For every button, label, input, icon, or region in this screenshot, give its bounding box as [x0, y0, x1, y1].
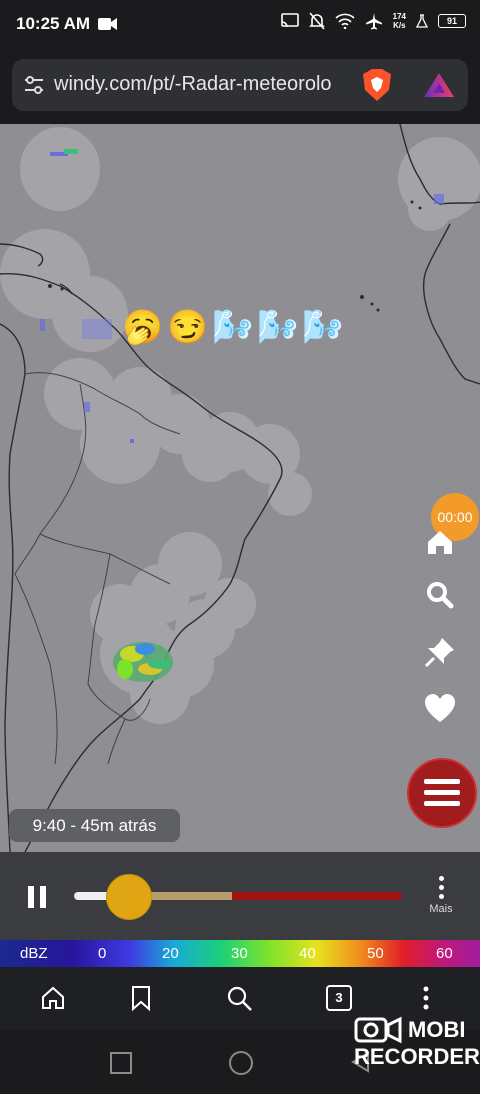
timeline-player: Mais [0, 852, 480, 940]
airplane-icon [365, 13, 382, 30]
more-button[interactable]: Mais [424, 876, 458, 915]
home-button[interactable] [229, 1051, 253, 1075]
url-text[interactable]: windy.com/pt/-Radar-meteorolo [54, 73, 350, 96]
wifi-icon [335, 13, 355, 29]
more-icon[interactable] [418, 985, 434, 1011]
cast-icon [280, 13, 299, 28]
map-background[interactable] [0, 124, 480, 852]
scale-tick: 20 [162, 945, 179, 962]
home-icon[interactable] [422, 524, 458, 560]
brave-rewards-icon[interactable] [422, 71, 456, 99]
recents-button[interactable] [110, 1052, 132, 1074]
emoji-overlay: 🥱😏🌬️🌬️🌬️ [122, 308, 348, 345]
scale-tick: 30 [231, 945, 248, 962]
more-icon[interactable] [424, 876, 458, 899]
status-bar: 10:25 AM 174 K/s 91 [0, 0, 480, 50]
battery-icon: 91 [438, 14, 466, 28]
more-label: Mais [429, 903, 453, 915]
scale-tick: 0 [98, 945, 107, 962]
home-icon[interactable] [40, 985, 66, 1011]
url-bar[interactable]: windy.com/pt/-Radar-meteorolo [12, 59, 468, 111]
scale-unit: dBZ [20, 945, 48, 962]
menu-button[interactable] [407, 758, 477, 828]
timestamp-label[interactable]: 9:40 - 45m atrás [9, 809, 180, 842]
pin-icon[interactable] [422, 634, 458, 670]
pause-icon[interactable] [26, 885, 48, 909]
tabs-icon[interactable]: 3 [326, 985, 352, 1011]
watermark-line1: MOBI [408, 1017, 466, 1042]
heart-icon[interactable] [422, 691, 458, 727]
search-icon[interactable] [226, 985, 254, 1013]
mobi-recorder-watermark: MOBI RECORDER [354, 1016, 480, 1070]
status-time: 10:25 AM [16, 14, 91, 33]
tune-icon[interactable] [22, 73, 46, 97]
scale-tick: 40 [299, 945, 316, 962]
camera-icon [354, 1016, 402, 1044]
video-record-icon [98, 18, 117, 30]
network-speed: 174 K/s [392, 12, 406, 30]
radar-map[interactable]: 🥱😏🌬️🌬️🌬️ 00:00 9:40 - 45m atrás [0, 124, 480, 852]
scale-tick: 60 [436, 945, 453, 962]
timeline-thumb[interactable] [106, 874, 152, 920]
brave-shield-icon[interactable] [362, 68, 392, 102]
timeline-track-forecast[interactable] [232, 892, 402, 900]
scale-tick: 50 [367, 945, 384, 962]
search-icon[interactable] [422, 577, 458, 613]
dbz-color-scale: dBZ 0 20 30 40 50 60 [0, 940, 480, 967]
browser-toolbar: windy.com/pt/-Radar-meteorolo [0, 50, 480, 124]
watermark-line2: RECORDER [354, 1044, 480, 1069]
bookmark-icon[interactable] [130, 985, 152, 1011]
lab-icon [416, 14, 428, 28]
notifications-off-icon [308, 12, 325, 30]
